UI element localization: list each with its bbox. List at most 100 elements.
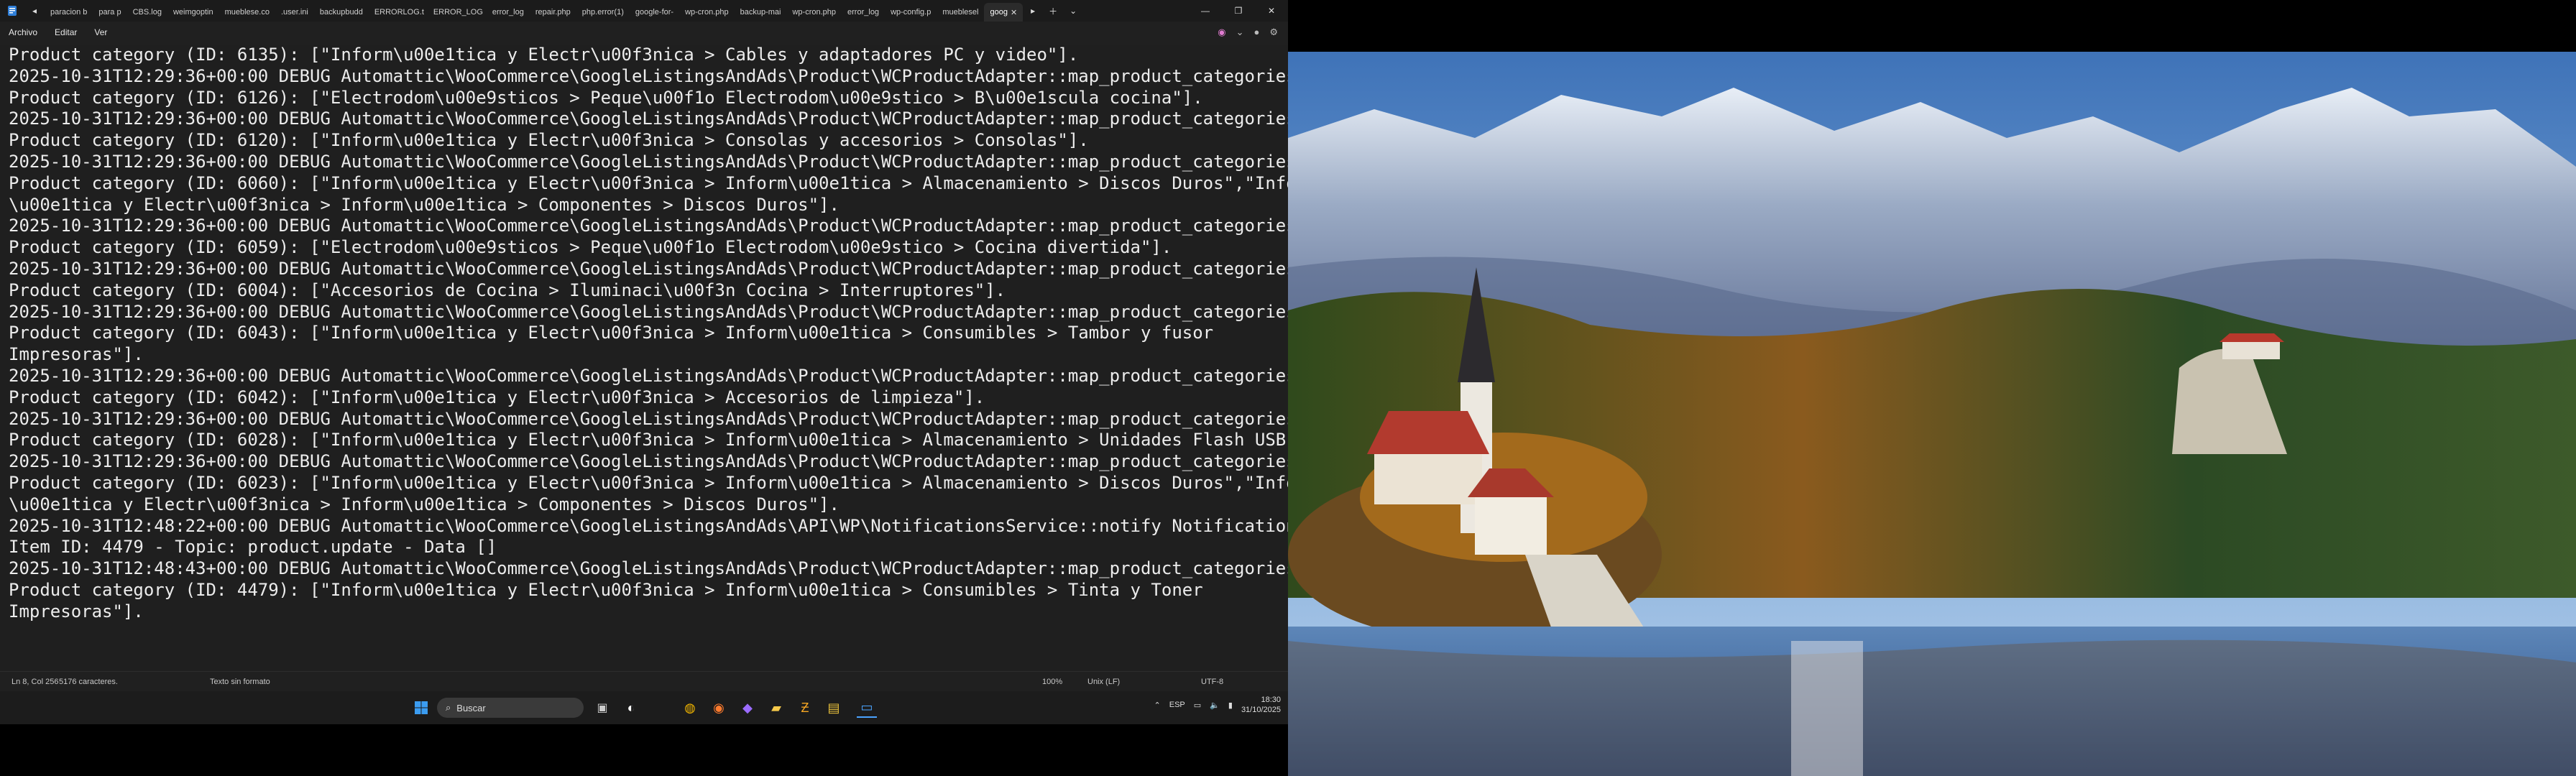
battery-icon[interactable]: ▮ <box>1228 701 1233 710</box>
desktop-wallpaper <box>1288 52 2576 776</box>
tab-label: wp-cron.php <box>685 8 729 17</box>
encoding[interactable]: UTF-8 <box>1201 678 1223 686</box>
text-line: Product category (ID: 6135): ["Inform\u0… <box>9 45 1079 65</box>
tab-bar: ◂ paracion b para p CBS.log weimgoptin muebl… <box>0 0 1288 22</box>
text-line: 2025-10-31T12:29:36+00:00 DEBUG Automatt… <box>9 258 1288 279</box>
tab-4[interactable]: mueblese.co <box>219 3 275 22</box>
text-line: Item ID: 4479 - Topic: product.update - … <box>9 537 497 558</box>
tab-label: ERRORLOG.t <box>374 8 424 17</box>
scroll-tabs-right-button[interactable]: ▸ <box>1023 6 1043 16</box>
tab-15[interactable]: wp-cron.php <box>786 3 842 22</box>
filezilla-icon[interactable]: Ƶ <box>795 698 815 718</box>
text-line: Impresoras"]. <box>9 601 144 622</box>
tab-2[interactable]: CBS.log <box>127 3 167 22</box>
taskbar: ⌕ Buscar ▣ ◐ ◍ ◉ ◆ ▰ Ƶ ▤ ▭ ⌃ ESP ▭ 🔈 ▮ 1… <box>0 691 1288 724</box>
text-line: 2025-10-31T12:29:36+00:00 DEBUG Automatt… <box>9 65 1288 86</box>
menu-archivo[interactable]: Archivo <box>0 27 46 37</box>
text-line: 2025-10-31T12:29:36+00:00 DEBUG Automatt… <box>9 365 1288 386</box>
tab-label: para p <box>98 8 121 17</box>
text-line: Product category (ID: 6004): ["Accesorio… <box>9 280 1006 300</box>
tab-list-chevron-icon[interactable]: ⌄ <box>1063 6 1083 16</box>
text-line: 2025-10-31T12:29:36+00:00 DEBUG Automatt… <box>9 151 1288 172</box>
app-icon[interactable]: ◆ <box>737 698 758 718</box>
tab-active[interactable]: goog ✕ <box>984 3 1024 22</box>
char-count: 5176 caracteres. <box>59 677 118 686</box>
search-icon: ⌕ <box>446 702 451 713</box>
copilot-taskbar-icon[interactable]: ◐ <box>621 698 641 718</box>
tab-label: mueblesel <box>942 8 979 17</box>
tab-3[interactable]: weimgoptin <box>167 3 219 22</box>
tab-11[interactable]: php.error(1) <box>576 3 630 22</box>
firefox-icon[interactable]: ◉ <box>709 698 729 718</box>
tab-7[interactable]: ERRORLOG.t <box>369 3 428 22</box>
profile-icon[interactable]: ● <box>1254 27 1259 38</box>
close-tab-icon[interactable]: ✕ <box>1011 8 1017 17</box>
cursor-position: Ln 8, Col 256 <box>12 677 59 686</box>
tab-6[interactable]: backupbudd <box>314 3 369 22</box>
tab-14[interactable]: backup-mai <box>735 3 787 22</box>
text-line: 2025-10-31T12:29:36+00:00 DEBUG Automatt… <box>9 451 1288 472</box>
menu-editar[interactable]: Editar <box>46 27 86 37</box>
text-line: 2025-10-31T12:29:36+00:00 DEBUG Automatt… <box>9 108 1288 129</box>
tab-label: google-for- <box>635 8 674 17</box>
tab-8[interactable]: ERROR_LOG <box>428 3 487 22</box>
zoom-level[interactable]: 100% <box>1042 678 1062 686</box>
tab-9[interactable]: error_log <box>487 3 530 22</box>
text-line: Impresoras"]. <box>9 344 144 365</box>
menu-bar: Archivo Editar Ver ◉ ⌄ ● ⚙ <box>0 22 1288 43</box>
text-line: 2025-10-31T12:29:36+00:00 DEBUG Automatt… <box>9 216 1288 236</box>
chevron-down-icon[interactable]: ⌄ <box>1236 27 1244 38</box>
tab-18[interactable]: mueblesel <box>937 3 984 22</box>
status-bar: Ln 8, Col 256 5176 caracteres. Texto sin… <box>0 671 1288 691</box>
clock[interactable]: 18:30 31/10/2025 <box>1241 695 1281 715</box>
windows-start-icon[interactable] <box>411 698 431 718</box>
maximize-button[interactable]: ❐ <box>1222 6 1255 16</box>
tab-0[interactable]: paracion b <box>45 3 93 22</box>
copilot-icon[interactable]: ◉ <box>1218 27 1225 38</box>
tab-10[interactable]: repair.php <box>530 3 576 22</box>
text-line: Product category (ID: 6126): ["Electrodo… <box>9 87 1203 108</box>
tab-label: backup-mai <box>740 8 781 17</box>
search-input[interactable]: ⌕ Buscar <box>437 698 584 718</box>
left-monitor: ◂ paracion b para p CBS.log weimgoptin muebl… <box>0 0 1288 776</box>
folder-icon[interactable]: ▰ <box>766 698 786 718</box>
text-line: 2025-10-31T12:48:22+00:00 DEBUG Automatt… <box>9 515 1288 536</box>
tab-17[interactable]: wp-config.p <box>885 3 937 22</box>
display-icon[interactable]: ▭ <box>1194 701 1201 710</box>
minimize-button[interactable]: — <box>1189 6 1222 16</box>
language-indicator[interactable]: ESP <box>1169 701 1185 709</box>
tab-label: repair.php <box>535 8 571 17</box>
text-line: Product category (ID: 6042): ["Inform\u0… <box>9 387 985 407</box>
right-monitor <box>1288 0 2576 776</box>
notepad-taskbar-icon[interactable]: ▭ <box>857 698 877 718</box>
text-line: \u00e1tica y Electr\u00f3nica > Inform\u… <box>9 194 840 215</box>
close-window-button[interactable]: ✕ <box>1255 6 1288 16</box>
line-ending[interactable]: Unix (LF) <box>1087 678 1120 686</box>
tab-16[interactable]: error_log <box>842 3 885 22</box>
tab-label: .user.ini <box>280 8 308 17</box>
notepad-icon <box>4 3 20 19</box>
tab-label: error_log <box>492 8 524 17</box>
text-line: Product category (ID: 6060): ["Inform\u0… <box>9 172 1288 193</box>
tab-1[interactable]: para p <box>93 3 126 22</box>
chevron-up-icon[interactable]: ⌃ <box>1154 701 1161 710</box>
text-line: 2025-10-31T12:29:36+00:00 DEBUG Automatt… <box>9 301 1288 322</box>
task-view-icon[interactable]: ▣ <box>592 698 612 718</box>
text-line: Product category (ID: 6028): ["Inform\u0… <box>9 430 1288 451</box>
tab-label: mueblese.co <box>224 8 270 17</box>
tab-label: CBS.log <box>132 8 162 17</box>
gear-icon[interactable]: ⚙ <box>1269 27 1278 38</box>
chrome-icon[interactable]: ◍ <box>680 698 700 718</box>
tab-5[interactable]: .user.ini <box>275 3 314 22</box>
text-line: 2025-10-31T12:48:43+00:00 DEBUG Automatt… <box>9 558 1288 579</box>
text-format[interactable]: Texto sin formato <box>210 678 270 686</box>
tab-12[interactable]: google-for- <box>630 3 679 22</box>
notes-icon[interactable]: ▤ <box>824 698 844 718</box>
text-editor[interactable]: Product category (ID: 6135): ["Inform\u0… <box>0 45 1288 670</box>
tab-13[interactable]: wp-cron.php <box>679 3 735 22</box>
scroll-tabs-left-button[interactable]: ◂ <box>24 6 45 16</box>
volume-icon[interactable]: 🔈 <box>1210 701 1220 710</box>
menu-ver[interactable]: Ver <box>86 27 116 37</box>
date: 31/10/2025 <box>1241 706 1281 714</box>
new-tab-button[interactable]: ＋ <box>1043 5 1063 17</box>
